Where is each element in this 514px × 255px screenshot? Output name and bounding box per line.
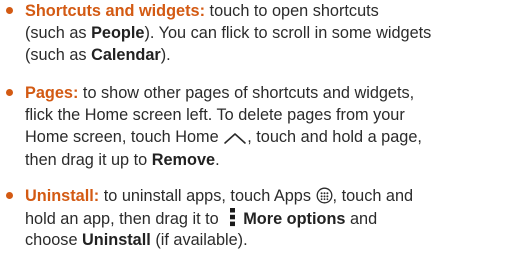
item-title: Pages: xyxy=(25,84,79,102)
text-line: Home screen, touch Home , touch and hold… xyxy=(25,126,514,148)
text-run: then drag it up to xyxy=(25,150,152,169)
text-run: to uninstall apps, touch Apps xyxy=(99,187,316,205)
item-title: Shortcuts and widgets: xyxy=(25,2,206,20)
text-run: (such as xyxy=(25,24,92,43)
keyword-more-options: More options xyxy=(243,210,346,229)
item-text: Shortcuts and widgets: touch to open sho… xyxy=(25,0,514,67)
home-icon xyxy=(223,129,247,151)
bullet-dot xyxy=(6,89,13,96)
bullet-dot xyxy=(6,7,13,14)
text-run: . xyxy=(215,150,220,169)
text-run: choose xyxy=(25,231,83,250)
manual-page: Shortcuts and widgets: touch to open sho… xyxy=(0,0,514,255)
text-run: and xyxy=(345,210,378,229)
text-run: ). xyxy=(160,46,171,65)
text-run: , touch and hold a page, xyxy=(247,128,422,147)
keyword-calendar: Calendar xyxy=(91,46,161,65)
item-title: Uninstall: xyxy=(25,187,100,205)
item-text: Uninstall: to uninstall apps, touch Apps… xyxy=(25,185,514,252)
text-line: then drag it up to Remove. xyxy=(25,149,514,171)
text-line: hold an app, then drag it to More option… xyxy=(25,207,514,229)
text-line: (such as People). You can flick to scrol… xyxy=(25,22,514,44)
text-run: flick the Home screen left. To delete pa… xyxy=(25,106,405,125)
text-line: (such as Calendar). xyxy=(25,44,514,66)
text-line: Pages: to show other pages of shortcuts … xyxy=(25,82,514,104)
text-run: , touch and xyxy=(332,187,414,205)
text-line: choose Uninstall (if available). xyxy=(25,229,514,251)
text-run: touch to open shortcuts xyxy=(205,2,379,20)
text-run: ). You can flick to scroll in some widge… xyxy=(144,24,432,43)
text-line: Shortcuts and widgets: touch to open sho… xyxy=(25,0,514,22)
bullet-dot xyxy=(6,192,13,199)
text-run: hold an app, then drag it to xyxy=(25,210,224,229)
text-line: flick the Home screen left. To delete pa… xyxy=(25,104,514,126)
keyword-remove: Remove xyxy=(151,150,216,169)
text-run: to show other pages of shortcuts and wid… xyxy=(78,84,415,102)
text-run: (such as xyxy=(25,46,92,65)
text-line: Uninstall: to uninstall apps, touch Apps… xyxy=(25,185,514,207)
keyword-people: People xyxy=(91,24,145,43)
keyword-uninstall: Uninstall xyxy=(82,231,151,250)
text-run: (if available). xyxy=(150,231,248,250)
item-text: Pages: to show other pages of shortcuts … xyxy=(25,82,514,171)
text-run: Home screen, touch Home xyxy=(25,128,224,147)
